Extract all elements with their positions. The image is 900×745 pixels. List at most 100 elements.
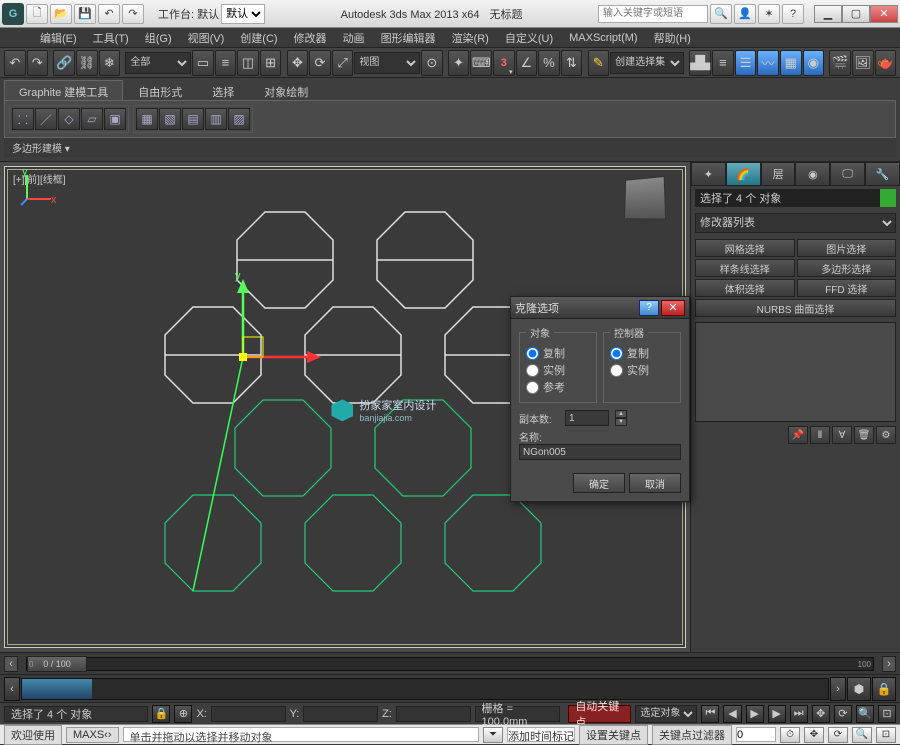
object-color-swatch[interactable] [880,189,896,207]
menu-help[interactable]: 帮助(H) [646,28,699,48]
bind-spacewarp-button[interactable]: ❄ [99,50,121,76]
redo-tb-button[interactable]: ↷ [27,50,49,76]
menu-tools[interactable]: 工具(T) [85,28,137,48]
cancel-button[interactable]: 取消 [629,473,681,493]
ribbon-vertex-icon[interactable]: ⸬ [12,108,34,130]
ribbon-element-icon[interactable]: ▣ [104,108,126,130]
menu-create[interactable]: 创建(C) [232,28,285,48]
menu-maxscript[interactable]: MAXScript(M) [561,30,645,46]
rotate-button[interactable]: ⟳ [309,50,331,76]
modifier-list-select[interactable]: 修改器列表 [695,213,896,233]
radio-ctrl-copy[interactable]: 复制 [610,345,674,361]
help-search-go-icon[interactable]: 🔍 [710,4,732,24]
viewport-nav-2-icon[interactable]: ⟳ [834,705,852,723]
open-file-button[interactable]: 📂 [50,4,72,24]
nurbs-select-button[interactable]: NURBS 曲面选择 [695,299,896,317]
time-slider-track[interactable]: 0 / 100 0 100 [26,657,874,671]
angle-snap-button[interactable]: ∠ [516,50,538,76]
remove-modifier-button[interactable]: 🗑 [854,426,874,444]
coord-y-field[interactable] [303,706,378,722]
mesh-select-button[interactable]: 网格选择 [695,239,795,257]
undo-button[interactable]: ↶ [98,4,120,24]
time-tag-field[interactable]: 添加时间标记 [507,727,575,742]
coord-z-field[interactable] [396,706,471,722]
link-button[interactable]: 🔗 [53,50,75,76]
radio-instance[interactable]: 实例 [526,362,590,378]
maximize-button[interactable]: ▢ [842,5,870,23]
manipulate-button[interactable]: ✦ [448,50,470,76]
mirror-button[interactable]: ▟▙ [689,50,711,76]
copies-field[interactable] [565,410,609,426]
motion-tab-icon[interactable]: ◉ [795,162,830,186]
close-button[interactable]: ✕ [870,5,898,23]
ribbon-tab-modeling[interactable]: Graphite 建模工具 [4,80,123,100]
poly-select-button[interactable]: 多边形选择 [797,259,897,277]
create-tab-icon[interactable]: ✦ [691,162,726,186]
hierarchy-tab-icon[interactable]: 层 [761,162,796,186]
selection-filter-select[interactable]: 全部 [125,52,191,74]
curve-editor-button[interactable]: 〰 [757,50,779,76]
snap-toggle-button[interactable]: 3▾ [493,50,515,76]
name-field[interactable] [519,444,681,460]
key-filter-button[interactable]: 关键点过滤器 [652,725,732,745]
spline-select-button[interactable]: 样条线选择 [695,259,795,277]
next-frame-button[interactable]: ▶ [768,705,786,723]
set-key-button[interactable]: 设置关键点 [579,725,648,745]
vp-zoom-icon[interactable]: 🔍 [852,727,872,743]
radio-copy[interactable]: 复制 [526,345,590,361]
ribbon-tool-4-icon[interactable]: ▥ [205,108,227,130]
menu-animation[interactable]: 动画 [335,28,373,48]
new-file-button[interactable]: 🗋 [26,4,48,24]
ribbon-footer-label[interactable]: 多边形建模 ▾ [4,138,896,157]
sel-lock-toggle[interactable]: 🔒 [152,705,170,723]
goto-end-button[interactable]: ⏭ [790,705,808,723]
modify-tab-icon[interactable]: 🌈 [726,162,761,186]
ribbon-poly-icon[interactable]: ▱ [81,108,103,130]
render-setup-button[interactable]: 🎬 [829,50,851,76]
named-selection-set[interactable]: 创建选择集 [610,52,684,74]
help-button[interactable]: ? [782,4,804,24]
select-by-name-button[interactable]: ≡ [215,50,237,76]
welcome-tab[interactable]: 欢迎使用 [4,725,62,745]
help-search-input[interactable] [598,5,708,23]
select-object-button[interactable]: ▭ [192,50,214,76]
auto-key-button[interactable]: 自动关键点 [568,705,631,723]
save-file-button[interactable]: 💾 [74,4,96,24]
ribbon-tab-selection[interactable]: 选择 [197,80,249,100]
goto-start-button[interactable]: ⏮ [701,705,719,723]
percent-snap-button[interactable]: % [538,50,560,76]
keyboard-shortcut-button[interactable]: ⌨ [470,50,492,76]
ribbon-tab-paint[interactable]: 对象绘制 [249,80,323,100]
current-frame-field[interactable] [736,727,776,742]
ribbon-edge-icon[interactable]: ／ [35,108,57,130]
redo-button[interactable]: ↷ [122,4,144,24]
viewport-nav-4-icon[interactable]: ⊡ [878,705,896,723]
unlink-button[interactable]: ⛓ [76,50,98,76]
ribbon-tab-freeform[interactable]: 自由形式 [123,80,197,100]
menu-graph-editors[interactable]: 图形编辑器 [373,28,444,48]
time-slider-left-icon[interactable]: ‹ [4,656,18,672]
vol-select-button[interactable]: 体积选择 [695,279,795,297]
patch-select-button[interactable]: 图片选择 [797,239,897,257]
make-unique-button[interactable]: ∀ [832,426,852,444]
viewport-nav-3-icon[interactable]: 🔍 [856,705,874,723]
pin-stack-button[interactable]: 📌 [788,426,808,444]
menu-group[interactable]: 组(G) [137,28,180,48]
ffd-select-button[interactable]: FFD 选择 [797,279,897,297]
copies-spinner[interactable]: ▲▼ [615,410,627,426]
exchange-button[interactable]: ✶ [758,4,780,24]
modifier-stack[interactable] [695,322,896,422]
workspace-select[interactable]: 默认 [221,4,265,24]
select-region-button[interactable]: ◫ [237,50,259,76]
menu-modifiers[interactable]: 修改器 [286,28,335,48]
layer-manager-button[interactable]: ☰ [735,50,757,76]
menu-render[interactable]: 渲染(R) [444,28,497,48]
ribbon-tool-1-icon[interactable]: ▦ [136,108,158,130]
time-config-button[interactable]: ⏱ [780,727,800,743]
undo-tb-button[interactable]: ↶ [4,50,26,76]
menu-edit[interactable]: 编辑(E) [32,28,85,48]
ribbon-tool-3-icon[interactable]: ▤ [182,108,204,130]
schematic-view-button[interactable]: ▦ [780,50,802,76]
time-slider-thumb[interactable]: 0 / 100 [27,656,87,672]
radio-reference[interactable]: 参考 [526,379,590,395]
